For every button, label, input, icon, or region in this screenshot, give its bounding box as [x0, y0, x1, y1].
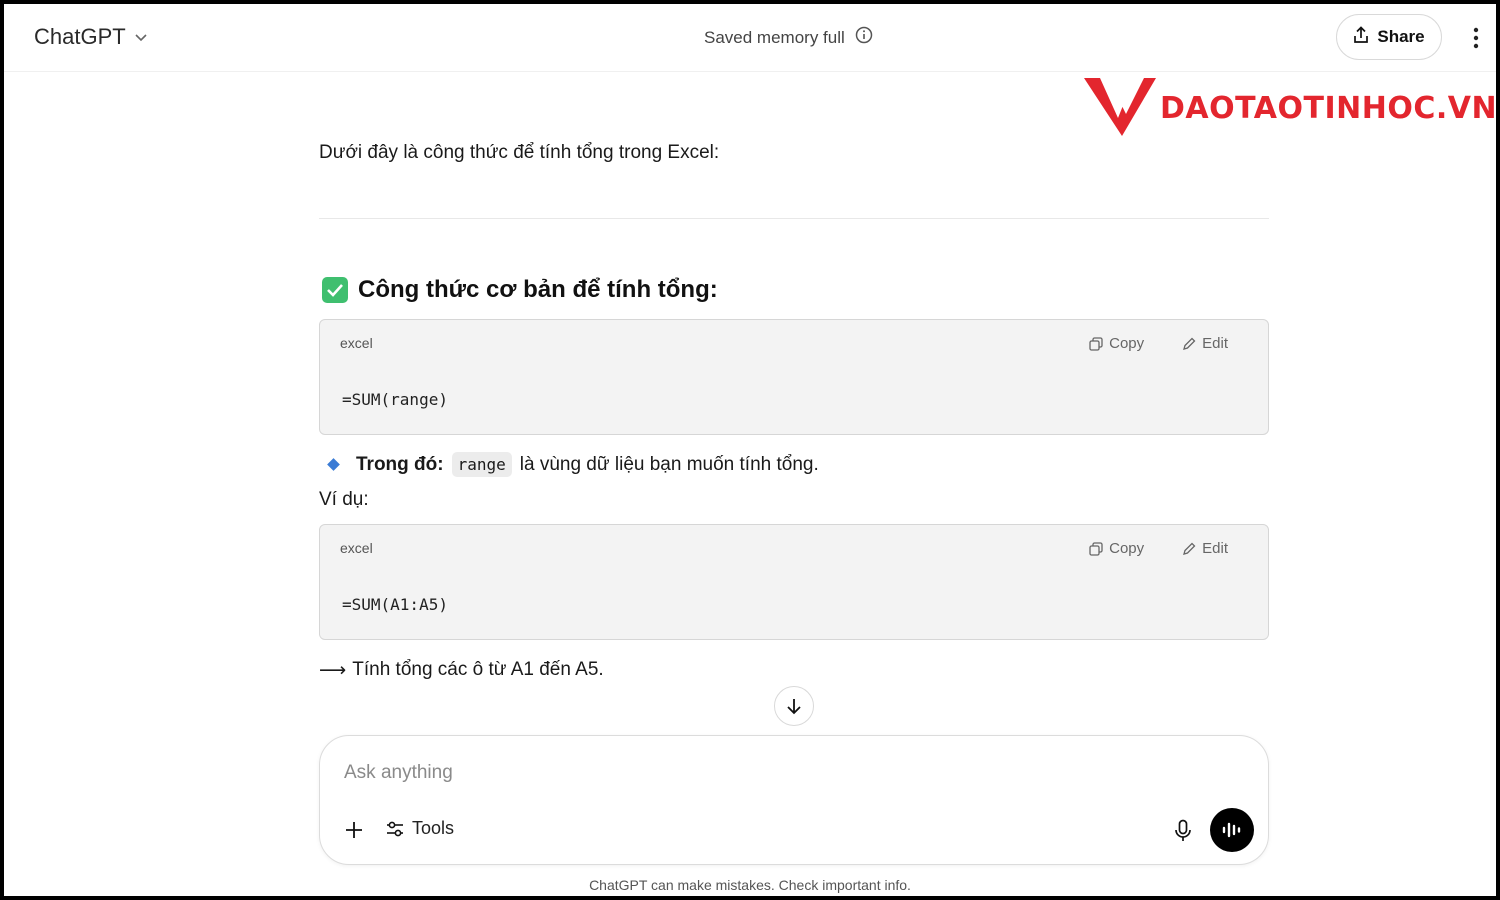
edit-button[interactable]: Edit: [1182, 540, 1228, 557]
disclaimer-text[interactable]: ChatGPT can make mistakes. Check importa…: [589, 877, 911, 893]
edit-icon: [1183, 542, 1196, 555]
inline-code: range: [451, 452, 512, 477]
edit-icon: [1183, 337, 1196, 350]
prompt-input[interactable]: [344, 758, 1224, 788]
code-block: excel Copy Edit =SUM(range): [319, 319, 1269, 435]
code-content: =SUM(range): [342, 390, 448, 409]
copy-button[interactable]: Copy: [1089, 335, 1144, 352]
share-button[interactable]: Share: [1336, 14, 1442, 60]
add-attachment-button[interactable]: [342, 818, 366, 842]
tools-label: Tools: [412, 818, 455, 838]
sliders-icon: [387, 821, 403, 836]
code-actions: Copy Edit: [1089, 335, 1228, 352]
code-language: excel: [340, 335, 373, 351]
copy-icon: [1089, 336, 1103, 351]
bullet-text: là vùng dữ liệu bạn muốn tính tổng.: [519, 453, 819, 475]
edit-button[interactable]: Edit: [1182, 335, 1228, 352]
heading-text: Công thức cơ bản để tính tổng:: [358, 276, 718, 303]
example-label: Ví dụ:: [319, 489, 369, 510]
model-name: ChatGPT: [34, 24, 126, 49]
plus-icon: [346, 822, 362, 838]
edit-label: Edit: [1202, 540, 1228, 557]
arrow-right-icon: ⟶: [319, 660, 347, 681]
copy-label: Copy: [1109, 540, 1145, 557]
memory-status: Saved memory full: [704, 26, 873, 49]
copy-icon: [1089, 541, 1103, 556]
logo-mark-icon: [1084, 78, 1156, 136]
code-content: =SUM(A1:A5): [342, 595, 448, 614]
check-mark-icon: [322, 277, 348, 303]
info-icon[interactable]: [855, 26, 873, 49]
copy-label: Copy: [1109, 335, 1145, 352]
voice-mode-button[interactable]: [1210, 808, 1254, 852]
dictate-button[interactable]: [1170, 818, 1196, 844]
model-switcher[interactable]: ChatGPT: [34, 24, 148, 50]
section-heading: Công thức cơ bản để tính tổng:: [322, 276, 718, 304]
scroll-to-bottom-button[interactable]: [774, 686, 814, 726]
share-label: Share: [1377, 27, 1425, 46]
copy-button[interactable]: Copy: [1089, 540, 1144, 557]
explanation-line: Trong đó: range là vùng dữ liệu bạn muốn…: [325, 452, 819, 477]
edit-label: Edit: [1202, 335, 1228, 352]
memory-status-text: Saved memory full: [704, 27, 845, 47]
top-bar: ChatGPT Saved memory full Share: [4, 4, 1496, 72]
divider: [319, 218, 1269, 219]
bullet-strong: Trong đó:: [356, 453, 444, 475]
diamond-bullet-icon: [327, 458, 340, 471]
more-options-icon[interactable]: [1464, 24, 1488, 52]
watermark-logo: DAOTAOTINHOC.VN: [1082, 74, 1496, 138]
result-line: ⟶ Tính tổng các ô từ A1 đến A5.: [319, 659, 604, 682]
app-window: ChatGPT Saved memory full Share DAOTAOTI…: [4, 4, 1496, 896]
result-text: Tính tổng các ô từ A1 đến A5.: [352, 659, 604, 680]
code-language: excel: [340, 540, 373, 556]
message-intro: Dưới đây là công thức để tính tổng trong…: [319, 142, 720, 163]
logo-text: DAOTAOTINHOC.VN: [1160, 90, 1496, 126]
code-block: excel Copy Edit =SUM(A1:A5): [319, 524, 1269, 640]
composer: Tools: [319, 735, 1269, 865]
waveform-icon: [1222, 822, 1241, 838]
chevron-down-icon: [134, 32, 148, 42]
share-icon: [1353, 25, 1369, 49]
disclaimer: ChatGPT can make mistakes. Check importa…: [4, 877, 1496, 893]
tools-button[interactable]: Tools: [386, 818, 454, 839]
code-actions: Copy Edit: [1089, 540, 1228, 557]
arrow-down-icon: [787, 699, 801, 715]
microphone-icon: [1175, 819, 1191, 841]
